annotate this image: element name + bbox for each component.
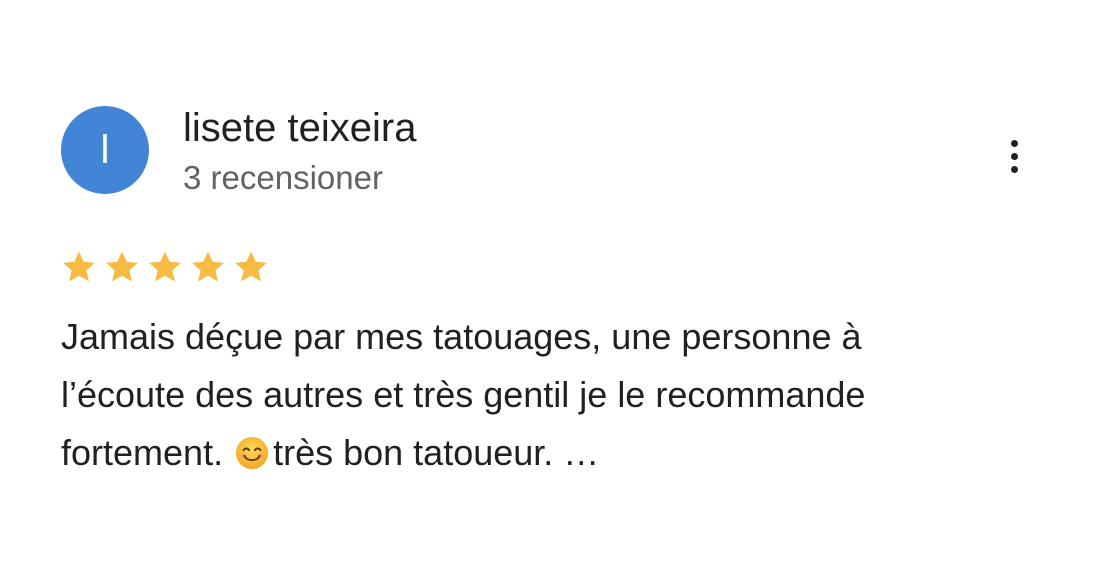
more-vert-icon	[1010, 139, 1018, 147]
review-text-line: Jamais déçue par mes tatouages, une pers…	[61, 316, 862, 357]
star-icon	[63, 251, 95, 282]
avatar-initial: l	[100, 127, 110, 172]
more-vert-icon-dot	[1010, 152, 1018, 160]
review-text-line: fortement. très bon tatoueur. …	[61, 424, 1061, 482]
author-review-count: 3 recensioner	[183, 159, 383, 196]
review-text: Jamais déçue par mes tatouages, une pers…	[61, 308, 1061, 482]
star-rating	[60, 248, 270, 286]
star-icon	[192, 251, 224, 282]
more-options-button[interactable]	[994, 132, 1034, 180]
review-text-segment: fortement.	[61, 432, 224, 473]
star-icon	[106, 251, 138, 282]
star-icon	[149, 251, 181, 282]
avatar[interactable]: l	[61, 106, 149, 194]
smiling-face-emoji-icon	[236, 436, 269, 470]
author-name[interactable]: lisete teixeira	[183, 104, 416, 152]
review-text-segment: très bon tatoueur. …	[273, 432, 600, 473]
star-icon	[235, 251, 267, 282]
review-text-line: l’écoute des autres et très gentil je le…	[61, 374, 866, 415]
review-card: l lisete teixeira 3 recensioner Jamais d…	[0, 0, 1096, 582]
more-vert-icon-dot	[1010, 165, 1018, 173]
